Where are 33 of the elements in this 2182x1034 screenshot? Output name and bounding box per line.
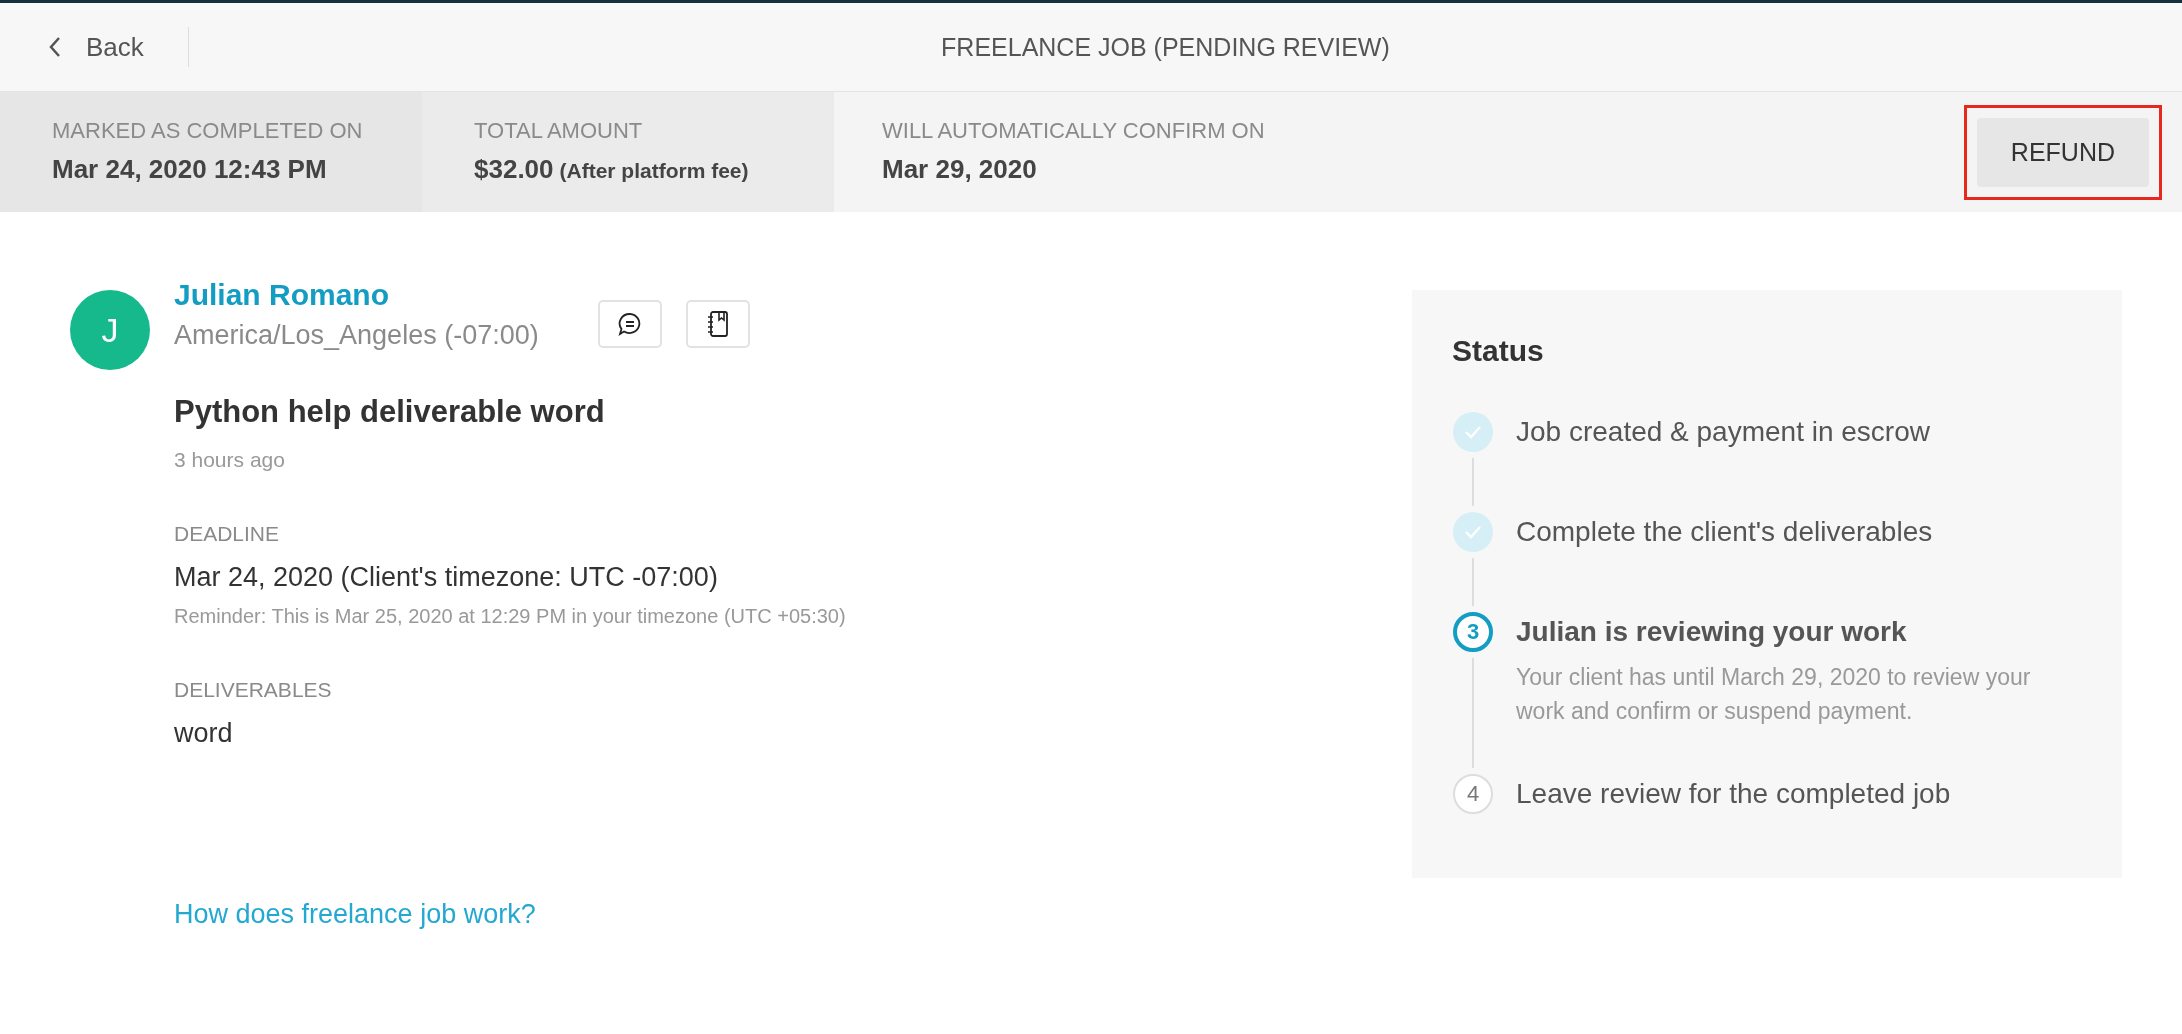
posted-time: 3 hours ago [174, 448, 286, 472]
notebook-icon [705, 310, 731, 338]
check-icon [1464, 425, 1482, 439]
summary-label: WILL AUTOMATICALLY CONFIRM ON [882, 118, 1266, 144]
summary-value: Mar 29, 2020 [882, 154, 1038, 185]
back-button[interactable]: Back [0, 27, 189, 67]
step-indicator: 3 [1453, 612, 1493, 652]
step-label: Job created & payment in escrow [1516, 415, 1930, 449]
chat-bubble-icon [617, 311, 643, 337]
summary-value: Mar 24, 2020 12:43 PM [52, 154, 328, 185]
deliverables-value: word [174, 718, 234, 749]
deliverables-label: DELIVERABLES [174, 678, 333, 702]
step-indicator: 4 [1453, 774, 1493, 814]
refund-button[interactable]: REFUND [1976, 117, 2149, 187]
job-title: Python help deliverable word [174, 394, 606, 430]
chat-button[interactable] [598, 300, 662, 348]
summary-label: TOTAL AMOUNT [474, 118, 644, 144]
summary-label: MARKED AS COMPLETED ON [52, 118, 364, 144]
notebook-button[interactable] [686, 300, 750, 348]
page-title: FREELANCE JOB (PENDING REVIEW) [940, 32, 1391, 62]
deadline-label: DEADLINE [174, 522, 281, 546]
check-icon [1464, 525, 1482, 539]
avatar: J [70, 290, 150, 370]
summary-value: $32.00 (After platform fee) [474, 154, 750, 185]
step-label: Leave review for the completed job [1516, 777, 1951, 811]
deadline-reminder: Reminder: This is Mar 25, 2020 at 12:29 PM in your timezone (UTC +05:30) [174, 605, 847, 628]
chevron-left-icon [48, 36, 62, 58]
client-timezone: America/Los_Angeles (-07:00) [174, 320, 540, 351]
step-label: Julian is reviewing your work [1516, 615, 1908, 649]
step-description: Your client has until March 29, 2020 to review your work and confirm or suspend payment. [1516, 663, 2032, 726]
step-label: Complete the client's deliverables [1516, 515, 1933, 549]
status-title: Status [1452, 334, 1545, 368]
deadline-value: Mar 24, 2020 (Client's timezone: UTC -07:00) [174, 562, 719, 593]
